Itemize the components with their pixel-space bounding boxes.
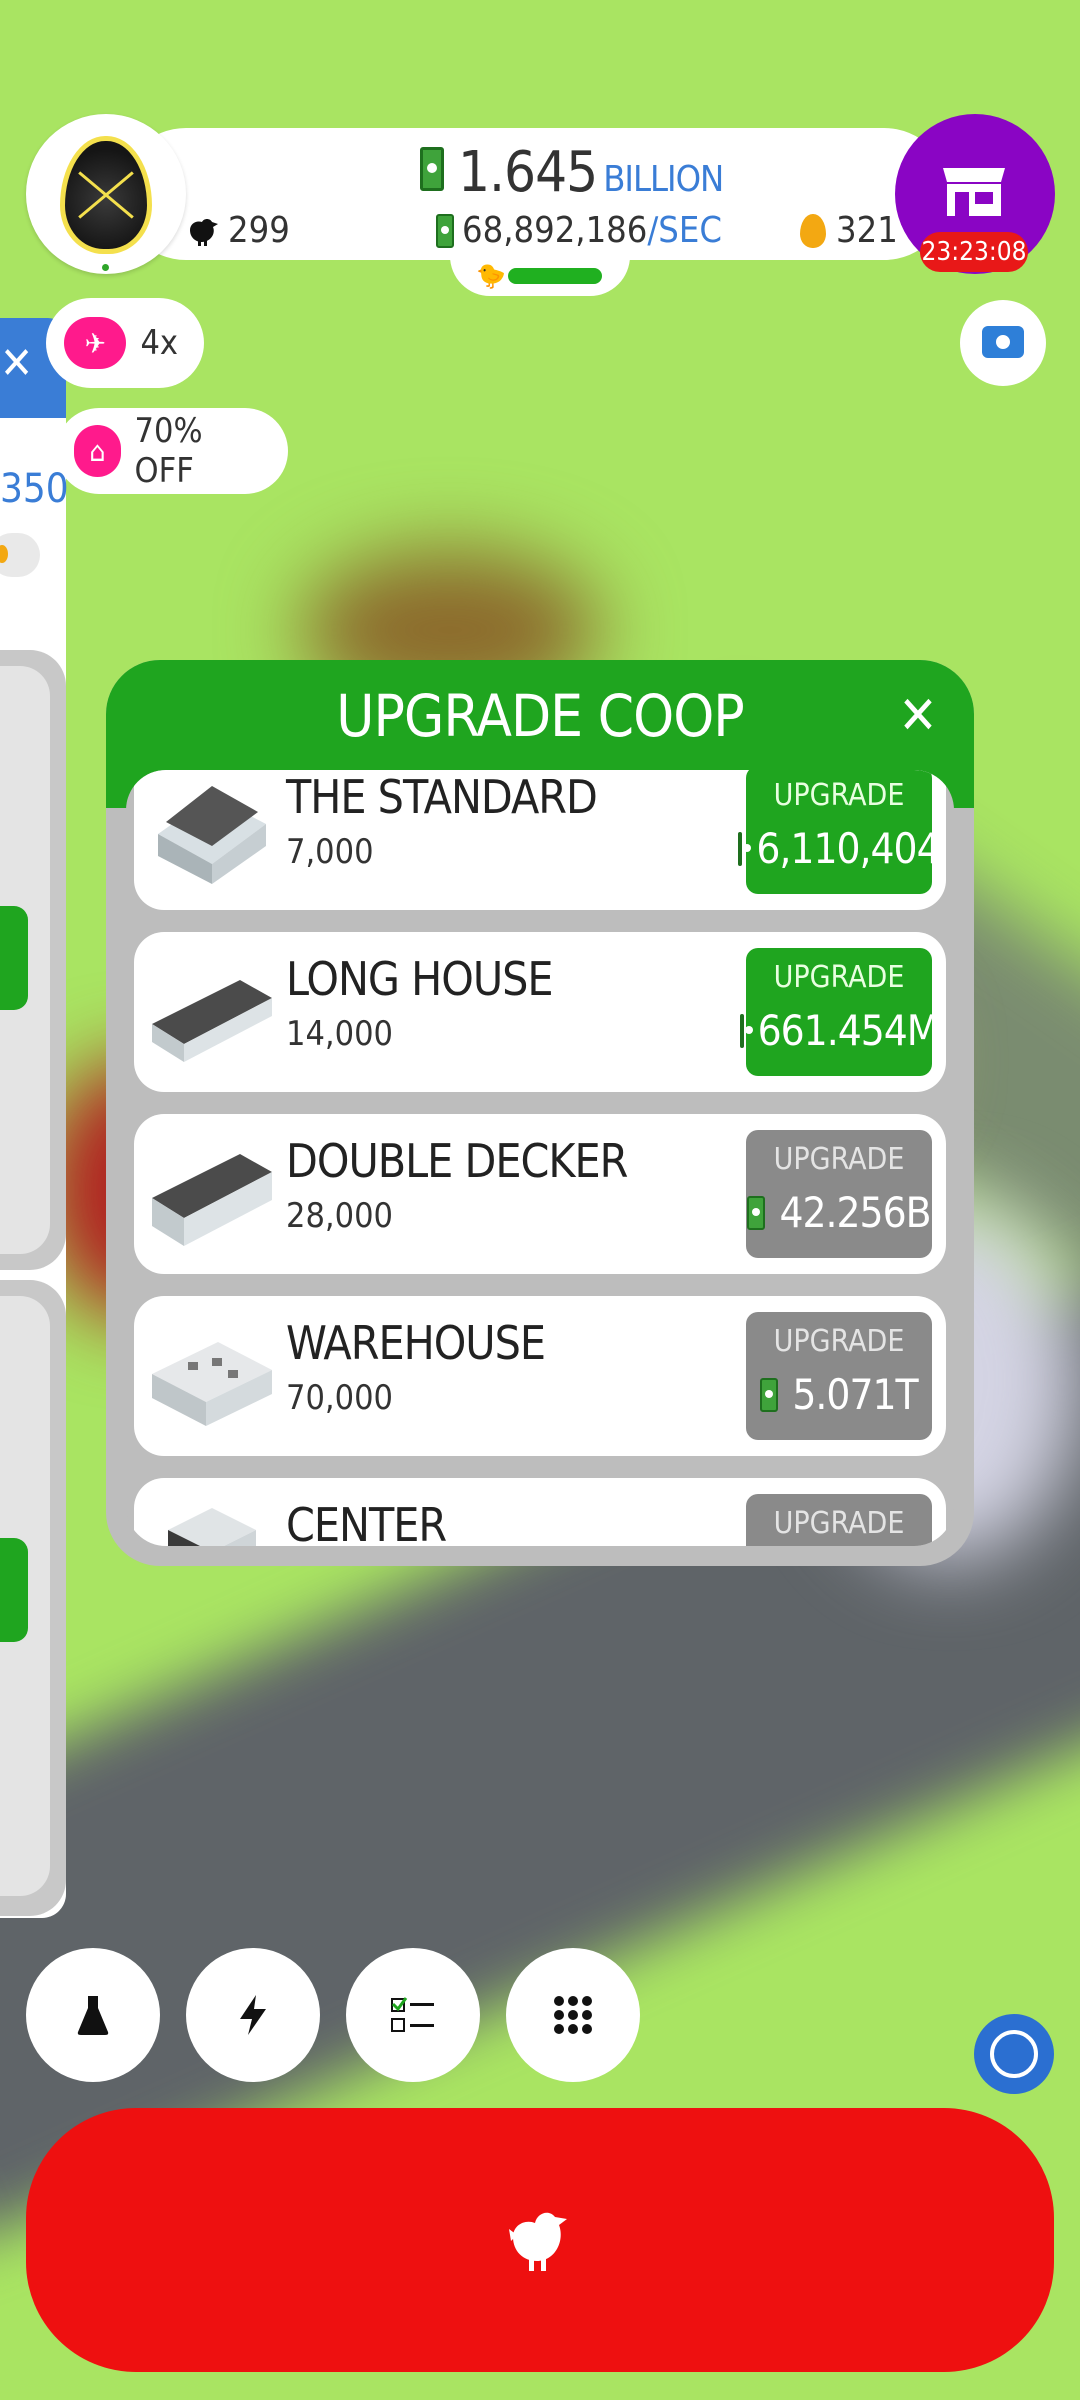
menu-button[interactable] bbox=[506, 1948, 640, 2082]
long-house-icon bbox=[152, 980, 272, 1062]
storefront-icon bbox=[943, 168, 1005, 216]
upgrade-label: UPGRADE bbox=[773, 1324, 905, 1359]
warehouse-icon bbox=[152, 1342, 272, 1426]
rate-unit: /SEC bbox=[647, 210, 722, 251]
coop-capacity: 14,000 bbox=[286, 1014, 393, 1054]
cash-icon bbox=[436, 213, 454, 248]
assistive-circle-button[interactable] bbox=[974, 2014, 1054, 2094]
chicken-count: 299 bbox=[186, 210, 290, 251]
dialog-title: UPGRADE COOP bbox=[336, 682, 744, 750]
hatch-progress-bar bbox=[508, 268, 602, 284]
discount-text: 70% OFF bbox=[134, 411, 203, 491]
missions-button[interactable] bbox=[346, 1948, 480, 2082]
double-decker-icon bbox=[152, 1154, 272, 1246]
center-icon bbox=[168, 1508, 256, 1546]
shop-timer: 23:23:08 bbox=[920, 232, 1028, 272]
coop-capacity: 7,000 bbox=[286, 832, 374, 872]
money-unit: BILLION bbox=[603, 159, 724, 200]
hatch-chicken-button[interactable] bbox=[26, 2108, 1054, 2372]
money-total: 1.645 BILLION bbox=[420, 140, 724, 205]
coop-name: CENTER bbox=[286, 1498, 447, 1546]
income-rate: 68,892,186 /SEC bbox=[436, 210, 722, 251]
cash-icon bbox=[420, 147, 444, 191]
upgrade-label: UPGRADE bbox=[773, 1506, 905, 1541]
house-icon: ⌂ bbox=[74, 425, 121, 477]
upgrade-button[interactable]: UPGRADE bbox=[746, 1494, 932, 1546]
close-button[interactable]: ✕ bbox=[888, 686, 948, 746]
upgrade-coop-dialog: UPGRADE COOP ✕ THE STANDARD 7,000 UPGRAD… bbox=[106, 660, 974, 1566]
coop-name: WAREHOUSE bbox=[286, 1316, 546, 1370]
golden-egg-value: 321 bbox=[836, 210, 898, 251]
drone-boost-chip[interactable]: ✈ 4x bbox=[46, 298, 204, 388]
upgrade-price: 5.071T bbox=[792, 1370, 918, 1419]
coop-row: LONG HOUSE 14,000 UPGRADE 661.454M bbox=[134, 932, 946, 1092]
chick-icon: 🐤 bbox=[476, 262, 506, 290]
camera-icon bbox=[982, 326, 1024, 358]
discount-chip[interactable]: ⌂ 70% OFF bbox=[56, 408, 288, 494]
egg-type-button[interactable] bbox=[26, 114, 186, 274]
side-close-icon[interactable]: ✕ bbox=[0, 338, 33, 389]
cash-icon bbox=[739, 1013, 753, 1048]
flask-icon bbox=[77, 1996, 109, 2035]
drone-icon: ✈ bbox=[64, 317, 127, 369]
standard-coop-icon bbox=[158, 786, 266, 884]
rate-value: 68,892,186 bbox=[462, 210, 648, 251]
coop-name: DOUBLE DECKER bbox=[286, 1134, 628, 1188]
upgrade-label: UPGRADE bbox=[773, 1142, 905, 1177]
camera-button[interactable] bbox=[960, 300, 1046, 386]
coop-list[interactable]: THE STANDARD 7,000 UPGRADE 6,110,404 LON… bbox=[126, 770, 954, 1546]
coop-row: WAREHOUSE 70,000 UPGRADE 5.071T bbox=[134, 1296, 946, 1456]
upgrade-button[interactable]: UPGRADE 6,110,404 bbox=[738, 770, 941, 894]
chicken-icon bbox=[190, 218, 218, 246]
coop-row: CENTER UPGRADE bbox=[134, 1478, 946, 1546]
upgrade-price: 6,110,404 bbox=[756, 824, 940, 873]
upgrade-button[interactable]: UPGRADE 42.256B bbox=[746, 1130, 932, 1258]
research-button[interactable] bbox=[26, 1948, 160, 2082]
upgrade-button[interactable]: UPGRADE 661.454M bbox=[739, 948, 939, 1076]
status-dot bbox=[102, 264, 109, 271]
upgrade-button[interactable]: UPGRADE 5.071T bbox=[746, 1312, 932, 1440]
side-green-button[interactable] bbox=[0, 906, 28, 1010]
upgrade-label: UPGRADE bbox=[773, 778, 905, 813]
coop-capacity: 70,000 bbox=[286, 1378, 393, 1418]
coop-row: DOUBLE DECKER 28,000 UPGRADE 42.256B bbox=[134, 1114, 946, 1274]
money-value: 1.645 bbox=[458, 140, 598, 205]
coop-name: THE STANDARD bbox=[286, 770, 598, 824]
cash-icon bbox=[747, 1195, 766, 1230]
coop-name: LONG HOUSE bbox=[286, 952, 554, 1006]
chicken-icon bbox=[509, 2212, 567, 2271]
grid-menu-icon bbox=[554, 1996, 592, 2034]
coop-row: THE STANDARD 7,000 UPGRADE 6,110,404 bbox=[134, 770, 946, 910]
golden-egg-count: 321 bbox=[800, 210, 898, 251]
upgrade-label: UPGRADE bbox=[773, 960, 905, 995]
side-partial-number: 350 bbox=[0, 466, 69, 512]
boost-button[interactable] bbox=[186, 1948, 320, 2082]
upgrade-price: 42.256B bbox=[779, 1188, 931, 1237]
checklist-icon bbox=[391, 1997, 434, 2032]
cash-icon bbox=[760, 1377, 779, 1412]
coop-list-container: THE STANDARD 7,000 UPGRADE 6,110,404 LON… bbox=[126, 770, 954, 1546]
cash-icon bbox=[738, 831, 752, 866]
golden-egg-icon bbox=[800, 213, 826, 248]
coop-capacity: 28,000 bbox=[286, 1196, 393, 1236]
side-green-button[interactable] bbox=[0, 1538, 28, 1642]
upgrade-price: 661.454M bbox=[757, 1006, 940, 1055]
chicken-count-value: 299 bbox=[228, 210, 290, 251]
lightning-icon bbox=[240, 1995, 266, 2035]
dark-egg-icon bbox=[60, 136, 152, 254]
drone-multiplier: 4x bbox=[140, 323, 178, 363]
